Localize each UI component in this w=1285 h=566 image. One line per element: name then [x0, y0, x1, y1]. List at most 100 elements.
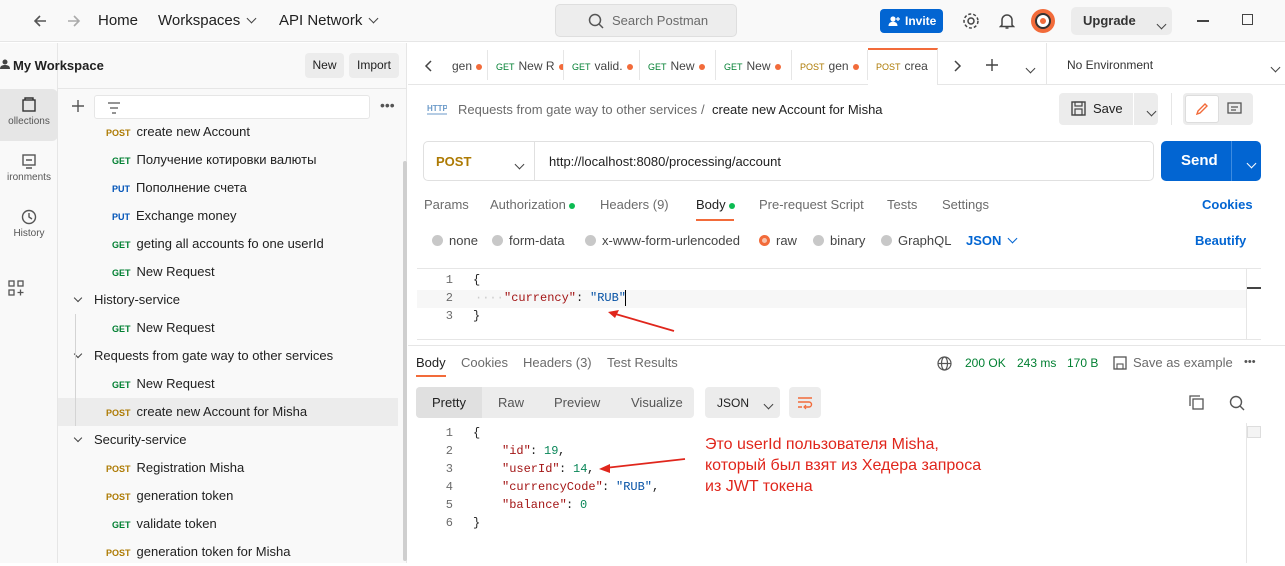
request-tab[interactable]: POST gen: [792, 50, 868, 80]
bell-icon[interactable]: [999, 12, 1015, 30]
request-item[interactable]: POST Registration Misha: [58, 454, 398, 482]
import-button[interactable]: Import: [349, 53, 399, 78]
edit-mode-button[interactable]: [1185, 95, 1219, 123]
radio-raw[interactable]: raw: [759, 233, 797, 248]
response-tab-headers[interactable]: Headers (3): [523, 355, 592, 370]
workspaces-menu[interactable]: Workspaces: [158, 12, 257, 29]
tab-prerequest[interactable]: Pre-request Script: [759, 197, 864, 212]
tab-tests[interactable]: Tests: [887, 197, 917, 212]
folder-item[interactable]: Requests from gate way to other services: [58, 342, 398, 370]
back-arrow-icon[interactable]: [32, 13, 48, 29]
api-network-menu[interactable]: API Network: [279, 12, 379, 29]
globe-icon[interactable]: [937, 356, 952, 371]
radio-none[interactable]: none: [432, 233, 478, 248]
search-icon[interactable]: [1229, 395, 1245, 411]
more-options-icon[interactable]: •••: [1244, 356, 1256, 368]
rail-environments[interactable]: ironments: [0, 145, 58, 197]
invite-button[interactable]: Invite: [880, 9, 943, 33]
radio-form-data[interactable]: form-data: [492, 233, 565, 248]
request-item[interactable]: PUT Exchange money: [58, 202, 398, 230]
history-icon: [21, 209, 37, 225]
comment-icon[interactable]: [1227, 102, 1242, 116]
request-item[interactable]: POST generation token for Misha: [58, 538, 398, 566]
request-item[interactable]: PUT Пополнение счета: [58, 174, 398, 202]
gear-icon[interactable]: [962, 12, 980, 30]
request-item[interactable]: POST create new Account: [58, 118, 398, 146]
save-button[interactable]: Save: [1059, 93, 1158, 125]
breadcrumb-parent[interactable]: Requests from gate way to other services: [458, 102, 697, 117]
request-item[interactable]: POST generation token: [58, 482, 398, 510]
request-item[interactable]: GET validate token: [58, 510, 398, 538]
rail-collections[interactable]: ollections: [0, 89, 58, 141]
view-preview-button[interactable]: Preview: [554, 395, 600, 410]
request-item[interactable]: GET New Request: [58, 258, 398, 286]
copy-icon[interactable]: [1189, 395, 1204, 410]
body-format-select[interactable]: JSON: [966, 233, 1018, 248]
view-visualize-button[interactable]: Visualize: [631, 395, 683, 410]
new-button[interactable]: New: [305, 53, 344, 78]
request-tab[interactable]: GET valid.: [564, 50, 640, 80]
environment-select[interactable]: No Environment: [1067, 58, 1153, 72]
request-item[interactable]: GET New Request: [58, 370, 398, 398]
radio-graphql[interactable]: GraphQL: [881, 233, 951, 248]
maximize-icon[interactable]: [1242, 14, 1253, 25]
home-link[interactable]: Home: [98, 12, 138, 29]
chevron-down-icon[interactable]: [1146, 106, 1157, 117]
request-title[interactable]: create new Account for Misha: [712, 102, 883, 117]
filter-input[interactable]: [94, 95, 370, 119]
response-format-select[interactable]: JSON: [705, 387, 780, 418]
request-tab[interactable]: GET New: [640, 50, 716, 80]
chevron-down-icon[interactable]: [1246, 158, 1257, 169]
request-tab[interactable]: POST crea: [868, 48, 938, 85]
request-item[interactable]: POST create new Account for Misha: [58, 398, 398, 426]
request-item[interactable]: GET geting all accounts fo one userId: [58, 230, 398, 258]
beautify-link[interactable]: Beautify: [1195, 233, 1246, 248]
cookies-link[interactable]: Cookies: [1202, 197, 1253, 212]
tab-body[interactable]: Body: [696, 197, 735, 212]
tab-settings[interactable]: Settings: [942, 197, 989, 212]
add-icon[interactable]: [71, 99, 85, 113]
request-tab[interactable]: GET New R: [488, 50, 564, 80]
response-time[interactable]: 243 ms: [1017, 356, 1056, 370]
radio-urlencoded[interactable]: x-www-form-urlencoded: [585, 233, 740, 248]
method-badge: POST: [106, 128, 131, 138]
request-body-editor[interactable]: 1 2 3 { ···· "currency" : "RUB" }: [417, 268, 1261, 340]
request-item[interactable]: GET New Request: [58, 314, 398, 342]
upgrade-button[interactable]: Upgrade: [1071, 7, 1172, 35]
url-input[interactable]: http://localhost:8080/processing/account: [549, 154, 781, 169]
response-size[interactable]: 170 B: [1067, 356, 1098, 370]
method-select[interactable]: POST: [424, 142, 535, 180]
wrap-lines-button[interactable]: [789, 387, 821, 418]
send-button[interactable]: Send: [1161, 141, 1261, 181]
tab-params[interactable]: Params: [424, 197, 469, 212]
folder-item[interactable]: History-service: [58, 286, 398, 314]
status-code[interactable]: 200 OK: [965, 356, 1006, 370]
view-raw-button[interactable]: Raw: [498, 395, 524, 410]
request-item[interactable]: GET Получение котировки валюты: [58, 146, 398, 174]
response-format-label: JSON: [717, 396, 750, 410]
request-tab[interactable]: GET New: [716, 50, 792, 80]
more-options-icon[interactable]: •••: [380, 97, 395, 113]
radio-binary[interactable]: binary: [813, 233, 865, 248]
request-tab[interactable]: gen: [440, 50, 488, 80]
view-pretty-button[interactable]: Pretty: [416, 387, 482, 418]
scrollbar[interactable]: [403, 161, 407, 561]
chevron-right-icon[interactable]: [952, 60, 962, 72]
request-tab-label: valid.: [594, 59, 623, 73]
minimize-icon[interactable]: [1197, 20, 1209, 22]
save-as-example-button[interactable]: Save as example: [1133, 355, 1233, 370]
tab-authorization[interactable]: Authorization: [490, 197, 575, 212]
apps-grid-icon[interactable]: [8, 280, 24, 296]
add-tab-icon[interactable]: [985, 58, 999, 72]
search-bar[interactable]: Search Postman: [555, 4, 737, 37]
response-tab-tests[interactable]: Test Results: [607, 355, 678, 370]
chevron-down-icon[interactable]: [1156, 19, 1167, 30]
folder-item[interactable]: Security-service: [58, 426, 398, 454]
tab-headers[interactable]: Headers (9): [600, 197, 669, 212]
response-tab-cookies[interactable]: Cookies: [461, 355, 508, 370]
rail-history[interactable]: History: [0, 201, 58, 253]
chevron-left-icon[interactable]: [424, 60, 434, 72]
avatar[interactable]: [1031, 9, 1055, 33]
response-tab-body[interactable]: Body: [416, 355, 446, 370]
forward-arrow-icon[interactable]: [66, 13, 82, 29]
